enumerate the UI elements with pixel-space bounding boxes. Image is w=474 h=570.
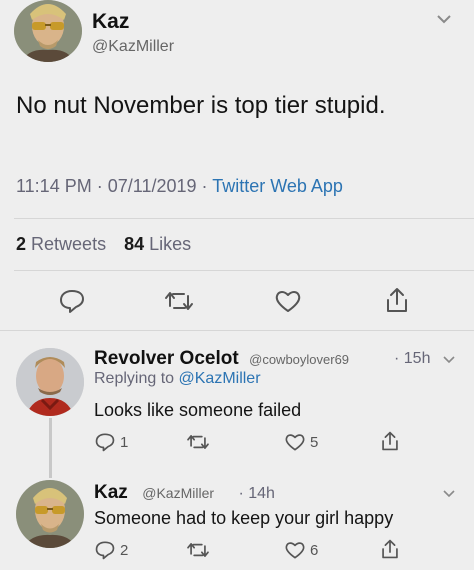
retweet-icon xyxy=(165,292,193,310)
main-reply-button[interactable] xyxy=(58,288,86,314)
reply2-like-button[interactable]: 6 xyxy=(284,540,318,560)
reply1-author-handle[interactable]: @cowboylover69 xyxy=(249,352,349,367)
main-author-name[interactable]: Kaz xyxy=(92,10,129,34)
meta-separator: · xyxy=(201,176,208,196)
replying-to-label: Replying to xyxy=(94,370,175,387)
reply2-more-chevron-icon[interactable] xyxy=(442,486,456,498)
thread-line xyxy=(49,418,52,478)
avatar-kaz[interactable] xyxy=(14,0,82,62)
retweet-icon xyxy=(187,435,209,449)
main-tweet-date: 07/11/2019 xyxy=(107,176,197,196)
main-tweet-meta: 11:14 PM · 07/11/2019 · Twitter Web App xyxy=(16,176,343,197)
speech-bubble-icon xyxy=(95,433,115,452)
heart-icon xyxy=(285,434,305,451)
divider xyxy=(14,270,474,271)
reply1-text: Looks like someone failed xyxy=(94,400,302,420)
share-icon xyxy=(387,288,407,312)
replying-to-handle-link[interactable]: @KazMiller xyxy=(179,370,261,387)
reply1-author-name[interactable]: Revolver Ocelot xyxy=(94,348,239,369)
reply1-replying-to: Replying to @KazMiller xyxy=(94,370,261,388)
meta-separator: · xyxy=(96,176,103,196)
retweets-stat[interactable]: 2 Retweets xyxy=(16,234,111,254)
share-icon xyxy=(382,539,398,559)
reply2-author-handle[interactable]: @KazMiller xyxy=(142,485,214,501)
avatar-kaz-image xyxy=(14,0,82,62)
reply2-like-count: 6 xyxy=(310,541,319,559)
main-author-handle[interactable]: @KazMiller xyxy=(92,38,174,56)
reply1-header: Revolver Ocelot @cowboylover69 xyxy=(94,348,349,370)
main-tweet-stats: 2 Retweets 84 Likes xyxy=(16,234,191,255)
likes-count: 84 xyxy=(124,234,145,254)
avatar-revolver-ocelot[interactable] xyxy=(16,348,84,416)
reply1-time[interactable]: · 15h xyxy=(394,350,430,368)
reply2-reply-count: 2 xyxy=(120,541,129,559)
share-icon xyxy=(382,431,398,451)
reply2-reply-button[interactable]: 2 xyxy=(94,540,128,560)
reply2-text: Someone had to keep your girl happy xyxy=(94,508,394,528)
likes-stat[interactable]: 84 Likes xyxy=(124,234,191,254)
retweets-count: 2 xyxy=(16,234,27,254)
main-share-button[interactable] xyxy=(384,286,410,314)
divider xyxy=(14,218,474,219)
retweet-icon xyxy=(187,543,209,557)
main-like-button[interactable] xyxy=(274,288,302,314)
divider xyxy=(0,330,474,331)
heart-icon xyxy=(285,542,305,559)
avatar-ocelot-image xyxy=(16,348,84,416)
main-tweet-source-link[interactable]: Twitter Web App xyxy=(212,176,343,196)
retweets-label: Retweets xyxy=(31,234,107,254)
avatar-kaz-reply[interactable] xyxy=(16,480,84,548)
main-tweet-time: 11:14 PM xyxy=(16,176,92,196)
speech-bubble-icon xyxy=(95,541,115,560)
likes-label: Likes xyxy=(149,234,192,254)
heart-icon xyxy=(275,291,301,312)
reply1-more-chevron-icon[interactable] xyxy=(442,352,456,364)
reply2-share-button[interactable] xyxy=(380,538,400,560)
reply1-like-button[interactable]: 5 xyxy=(284,432,318,452)
reply2-time[interactable]: · 14h xyxy=(238,485,274,502)
reply1-reply-button[interactable]: 1 xyxy=(94,432,128,452)
reply2-author-name[interactable]: Kaz xyxy=(94,482,128,503)
avatar-kaz-reply-image xyxy=(16,480,84,548)
speech-bubble-icon xyxy=(60,290,84,313)
main-more-chevron-icon[interactable] xyxy=(436,12,452,24)
reply1-reply-count: 1 xyxy=(120,433,129,451)
main-tweet-text: No nut November is top tier stupid. xyxy=(16,92,386,119)
reply1-share-button[interactable] xyxy=(380,430,400,452)
reply1-retweet-button[interactable] xyxy=(186,432,214,452)
reply1-like-count: 5 xyxy=(310,433,319,451)
main-retweet-button[interactable] xyxy=(164,288,194,314)
reply2-retweet-button[interactable] xyxy=(186,540,214,560)
reply2-header: Kaz @KazMiller · 14h xyxy=(94,482,275,504)
